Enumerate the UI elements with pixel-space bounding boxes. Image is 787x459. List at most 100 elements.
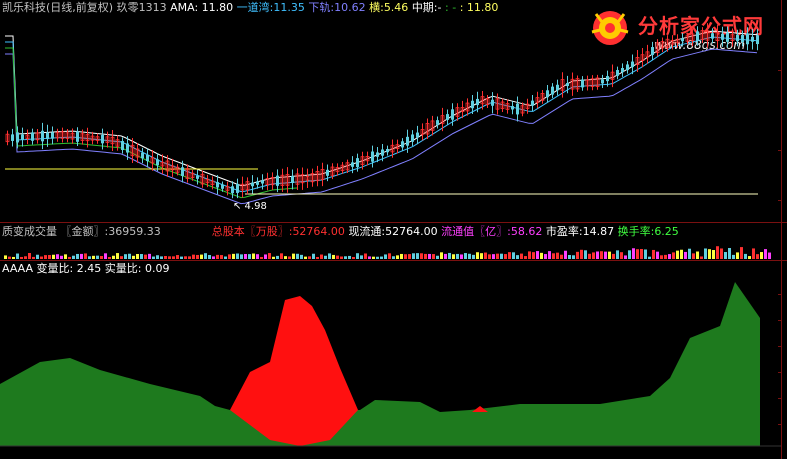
volume-bar bbox=[592, 252, 595, 259]
candle-body bbox=[31, 132, 34, 141]
volume-bar bbox=[224, 256, 227, 259]
volume-bar bbox=[312, 253, 315, 259]
volume-bar bbox=[520, 253, 523, 259]
candle-body bbox=[21, 134, 24, 140]
candle-body bbox=[446, 114, 449, 120]
mid-line bbox=[5, 47, 298, 199]
volume-bar bbox=[432, 254, 435, 259]
volume-bar bbox=[284, 256, 287, 259]
low-price-label: ↖ 4.98 bbox=[233, 201, 267, 212]
candle-body bbox=[236, 183, 239, 193]
volume-bar bbox=[676, 250, 679, 259]
axis-tick bbox=[778, 200, 782, 201]
volume-bar bbox=[392, 256, 395, 259]
real-ratio-value: 0.09 bbox=[144, 262, 170, 275]
candle-body bbox=[46, 132, 49, 140]
volume-bar bbox=[412, 253, 415, 259]
volume-bar bbox=[604, 251, 607, 259]
candle-body bbox=[406, 136, 409, 146]
volume-bar bbox=[428, 253, 431, 259]
volume-bar bbox=[692, 253, 695, 259]
volume-bar bbox=[288, 256, 291, 259]
volume-bar bbox=[100, 256, 103, 259]
candle-body bbox=[736, 34, 739, 42]
volume-bar bbox=[424, 253, 427, 259]
volume-bar bbox=[148, 253, 151, 259]
volume-bar bbox=[464, 253, 467, 259]
axis-tick bbox=[778, 70, 782, 71]
volume-bar bbox=[668, 254, 671, 259]
volume-bar bbox=[644, 249, 647, 259]
volume-bar bbox=[244, 253, 247, 259]
candle-body bbox=[616, 70, 619, 76]
volume-bar bbox=[104, 253, 107, 259]
volume-bar bbox=[112, 255, 115, 259]
volume-bar bbox=[576, 251, 579, 259]
volume-bar bbox=[68, 256, 71, 259]
volume-bar bbox=[16, 253, 19, 259]
pe-value: 14.87 bbox=[582, 225, 615, 238]
volume-bar bbox=[580, 249, 583, 259]
turnover-value: 6.25 bbox=[654, 225, 679, 238]
indicator-red-area bbox=[230, 296, 358, 446]
volume-bar bbox=[416, 253, 419, 259]
volume-bar bbox=[268, 253, 271, 259]
volume-bar bbox=[280, 253, 283, 259]
volume-bar bbox=[84, 253, 87, 259]
volume-bar bbox=[188, 256, 191, 259]
candle-body bbox=[601, 79, 604, 84]
candle-body bbox=[141, 152, 144, 159]
volume-bar bbox=[440, 252, 443, 259]
volume-bar bbox=[636, 249, 639, 259]
volume-bar bbox=[436, 255, 439, 259]
volume-bar bbox=[620, 252, 623, 259]
candle-body bbox=[376, 152, 379, 157]
volume-bar bbox=[524, 256, 527, 259]
volume-bar bbox=[376, 256, 379, 259]
volume-bar bbox=[24, 256, 27, 259]
candle-body bbox=[546, 90, 549, 98]
candle-body bbox=[41, 130, 44, 142]
volume-bar bbox=[540, 252, 543, 259]
float-value-label: 流通值〖亿〗: bbox=[441, 225, 511, 238]
volume-bar bbox=[484, 252, 487, 259]
volume-bar bbox=[752, 248, 755, 259]
volume-bar bbox=[52, 254, 55, 259]
candle-body bbox=[606, 76, 609, 82]
volume-bar bbox=[168, 256, 171, 259]
volume-bar bbox=[124, 254, 127, 259]
volume-bar bbox=[452, 254, 455, 259]
candle-body bbox=[681, 38, 684, 42]
volume-bar bbox=[352, 256, 355, 259]
volume-bar bbox=[144, 254, 147, 259]
volume-bar bbox=[468, 253, 471, 259]
volume-bar bbox=[768, 252, 771, 259]
candle-body bbox=[351, 162, 354, 167]
volume-bar bbox=[176, 255, 179, 259]
volume-bar bbox=[504, 254, 507, 259]
volume-bar bbox=[760, 252, 763, 259]
axis-tick bbox=[778, 150, 782, 151]
total-shares-value: 52764.00 bbox=[292, 225, 345, 238]
volume-bar bbox=[228, 254, 231, 259]
right-axis bbox=[781, 0, 782, 459]
volume-bar bbox=[596, 251, 599, 259]
volume-bar bbox=[220, 255, 223, 259]
candle-body bbox=[291, 176, 294, 184]
volume-bar bbox=[708, 249, 711, 259]
volume-bar bbox=[748, 256, 751, 259]
volume-bar bbox=[640, 248, 643, 259]
volume-bar bbox=[396, 255, 399, 259]
volume-bar bbox=[456, 253, 459, 259]
candle-body bbox=[51, 132, 54, 139]
volume-bar bbox=[728, 248, 731, 259]
volume-bar bbox=[264, 254, 267, 259]
candle-body bbox=[126, 143, 129, 153]
volume-bar bbox=[656, 251, 659, 259]
candle-body bbox=[476, 98, 479, 106]
volume-bar bbox=[500, 253, 503, 259]
volume-bar bbox=[92, 255, 95, 259]
volume-bar bbox=[184, 256, 187, 259]
volume-bar bbox=[256, 254, 259, 259]
amount-value: 36959.33 bbox=[108, 225, 161, 238]
